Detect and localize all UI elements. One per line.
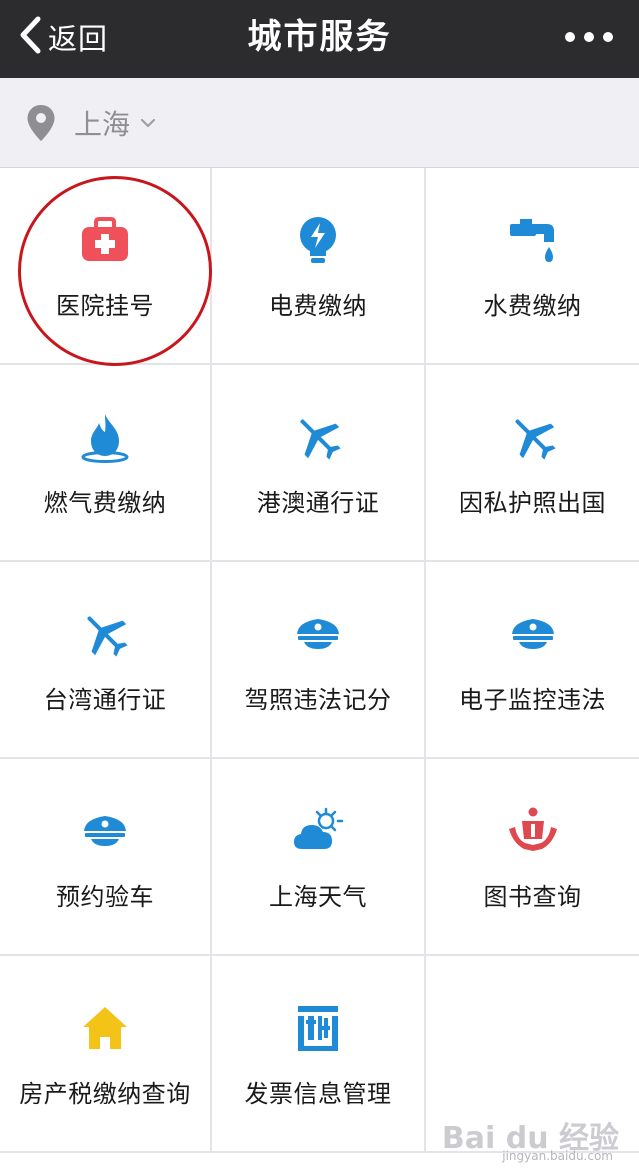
airplane-icon [79,608,131,660]
service-hk-macau-permit[interactable]: 港澳通行证 [212,365,426,562]
city-selector[interactable]: 上海 [26,102,156,144]
service-label: 燃气费缴纳 [43,489,167,517]
police-cap-icon [507,608,559,660]
services-grid: 医院挂号 电费缴纳 水费缴纳 燃气费缴纳 港澳通行证 因私护照出国 台湾通行证 … [0,168,639,1153]
service-water-bill[interactable]: 水费缴纳 [426,168,639,365]
service-electricity-bill[interactable]: 电费缴纳 [212,168,426,365]
lightbulb-icon [292,214,344,266]
back-button-label: 返回 [48,22,109,56]
empty-grid-cell [426,956,639,1153]
airplane-icon [292,411,344,463]
service-label: 发票信息管理 [244,1080,392,1108]
service-label: 水费缴纳 [483,292,582,320]
service-electronic-monitoring-violations[interactable]: 电子监控违法 [426,562,639,759]
service-label: 因私护照出国 [459,489,606,517]
service-vehicle-inspection[interactable]: 预约验车 [0,759,212,956]
back-button[interactable]: 返回 [18,14,108,60]
service-label: 房产税缴纳查询 [19,1080,191,1108]
service-label: 电子监控违法 [459,686,606,714]
more-dot [565,32,575,42]
service-driving-license-points[interactable]: 驾照违法记分 [212,562,426,759]
more-dot [584,32,594,42]
top-navigation-bar: 返回 城市服务 [0,0,639,78]
house-icon [79,1002,131,1054]
police-cap-icon [292,608,344,660]
library-icon [507,805,559,857]
service-label: 电费缴纳 [269,292,367,320]
service-passport[interactable]: 因私护照出国 [426,365,639,562]
airplane-icon [507,411,559,463]
service-label: 医院挂号 [56,292,154,320]
more-dot [603,32,613,42]
location-pin-icon [26,104,56,142]
chevron-down-icon [140,117,156,129]
service-library-search[interactable]: 图书查询 [426,759,639,956]
city-name: 上海 [74,108,131,141]
location-bar: 上海 [0,78,639,168]
water-tap-icon [507,214,559,266]
service-hospital-registration[interactable]: 医院挂号 [0,168,212,365]
weather-icon [292,805,344,857]
service-label: 驾照违法记分 [244,686,392,714]
more-options-icon[interactable] [565,22,613,52]
tax-icon [292,1002,344,1054]
service-label: 台湾通行证 [43,686,167,714]
service-property-tax[interactable]: 房产税缴纳查询 [0,956,212,1153]
service-label: 预约验车 [56,883,154,911]
service-weather[interactable]: 上海天气 [212,759,426,956]
service-gas-bill[interactable]: 燃气费缴纳 [0,365,212,562]
gas-flame-icon [79,411,131,463]
service-label: 图书查询 [483,883,582,911]
medical-kit-icon [79,214,131,266]
service-label: 港澳通行证 [256,489,380,517]
police-cap-icon [79,805,131,857]
service-taiwan-permit[interactable]: 台湾通行证 [0,562,212,759]
service-invoice-management[interactable]: 发票信息管理 [212,956,426,1153]
chevron-left-icon [18,16,44,58]
service-label: 上海天气 [269,883,367,911]
